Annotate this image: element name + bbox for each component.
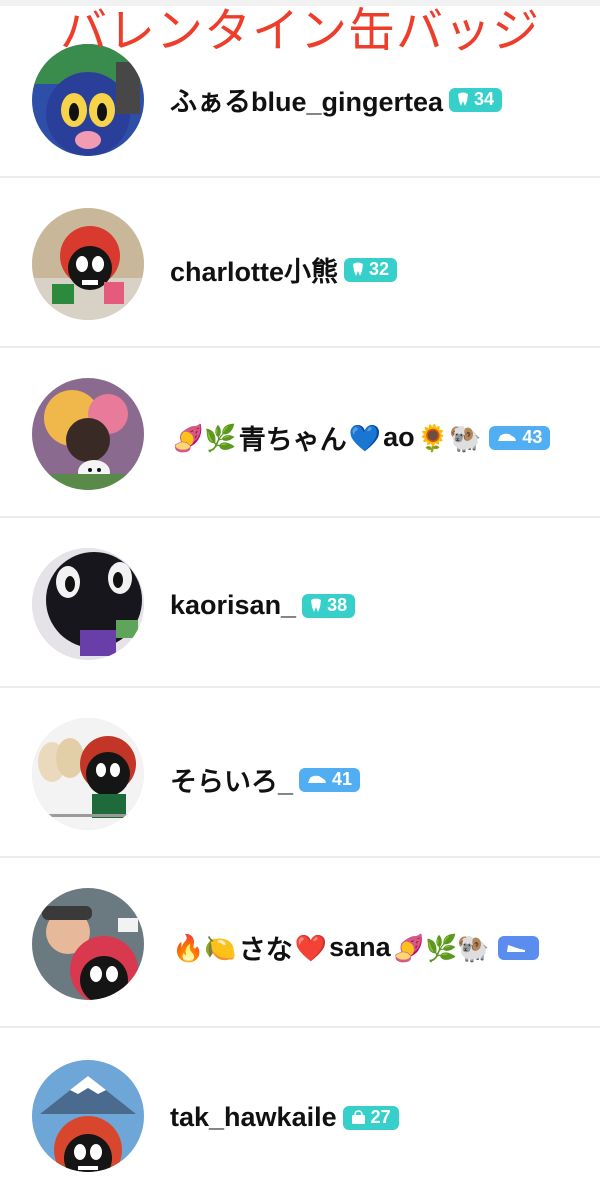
mascot-avatar-selfie-icon[interactable] (32, 888, 144, 1000)
blue-heart-icon: 💙 (348, 422, 382, 453)
tooth-badge: 38 (302, 593, 356, 618)
tooth-icon (353, 262, 364, 276)
name-emoji-prefix: 🔥🍋 (172, 932, 237, 963)
badge-count: 27 (370, 1107, 391, 1127)
tooth-icon (458, 92, 469, 106)
badge-count: 41 (332, 769, 353, 789)
username-text: そらいろ_ (170, 767, 294, 797)
overlay-title: バレンタイン缶バッジ (60, 4, 540, 59)
username[interactable]: 🔥🍋 さな ❤️ sana 🍠🌿🐏 (170, 928, 539, 967)
username-text: kaorisan_ (170, 590, 297, 620)
username[interactable]: 🍠🌿 青ちゃん 💙 ao 🌻🐏 43 (170, 418, 551, 457)
bag-icon (351, 1110, 365, 1124)
list-item[interactable]: 🔥🍋 さな ❤️ sana 🍠🌿🐏 (0, 858, 600, 1028)
name-emoji-suffix: 🌻🐏 (416, 422, 482, 453)
mascot-avatar-fuji-icon[interactable] (32, 1060, 144, 1172)
username[interactable]: ふぁるblue_gingertea 34 (170, 80, 503, 119)
username-text-tail: sana (329, 932, 391, 962)
shoe-icon (506, 944, 525, 952)
mascot-avatar-flowers-icon[interactable] (32, 378, 144, 490)
mascot-avatar-alpaca-icon[interactable] (32, 718, 144, 830)
list-item[interactable]: kaorisan_ 38 (0, 518, 600, 688)
shoe-badge (497, 935, 539, 960)
car-icon (498, 433, 517, 441)
username-text: ふぁるblue_gingertea (170, 87, 444, 117)
username-text: charlotte小熊 (170, 257, 339, 287)
mascot-avatar-red-icon[interactable] (32, 208, 144, 320)
badge-count: 38 (327, 595, 348, 615)
list-item[interactable]: そらいろ_ 41 (0, 688, 600, 858)
red-heart-icon: ❤️ (294, 932, 328, 963)
tooth-badge: 32 (344, 257, 398, 282)
name-emoji-prefix: 🍠🌿 (172, 422, 237, 453)
list-item[interactable]: charlotte小熊 32 (0, 178, 600, 348)
car-icon (308, 775, 327, 783)
bag-badge: 27 (342, 1105, 399, 1130)
list-item[interactable]: 🍠🌿 青ちゃん 💙 ao 🌻🐏 43 (0, 348, 600, 518)
badge-count: 34 (474, 89, 495, 109)
username-text-tail: ao (383, 422, 415, 452)
name-emoji-suffix: 🍠🌿🐏 (392, 932, 490, 963)
mascot-avatar-black-icon[interactable] (32, 548, 144, 660)
tooth-icon (311, 598, 322, 612)
badge-count: 43 (522, 427, 543, 447)
username[interactable]: そらいろ_ 41 (170, 760, 361, 799)
username[interactable]: charlotte小熊 32 (170, 250, 398, 289)
username-text: 青ちゃん (238, 425, 347, 455)
username-text: tak_hawkaile (170, 1102, 337, 1132)
list-item[interactable]: tak_hawkaile 27 (0, 1028, 600, 1198)
username[interactable]: kaorisan_ 38 (170, 590, 356, 621)
tooth-badge: 34 (449, 87, 503, 112)
car-badge: 41 (299, 767, 361, 792)
username-text: さな (238, 935, 293, 965)
username[interactable]: tak_hawkaile 27 (170, 1102, 399, 1133)
car-badge: 43 (489, 425, 551, 450)
badge-count: 32 (369, 259, 390, 279)
